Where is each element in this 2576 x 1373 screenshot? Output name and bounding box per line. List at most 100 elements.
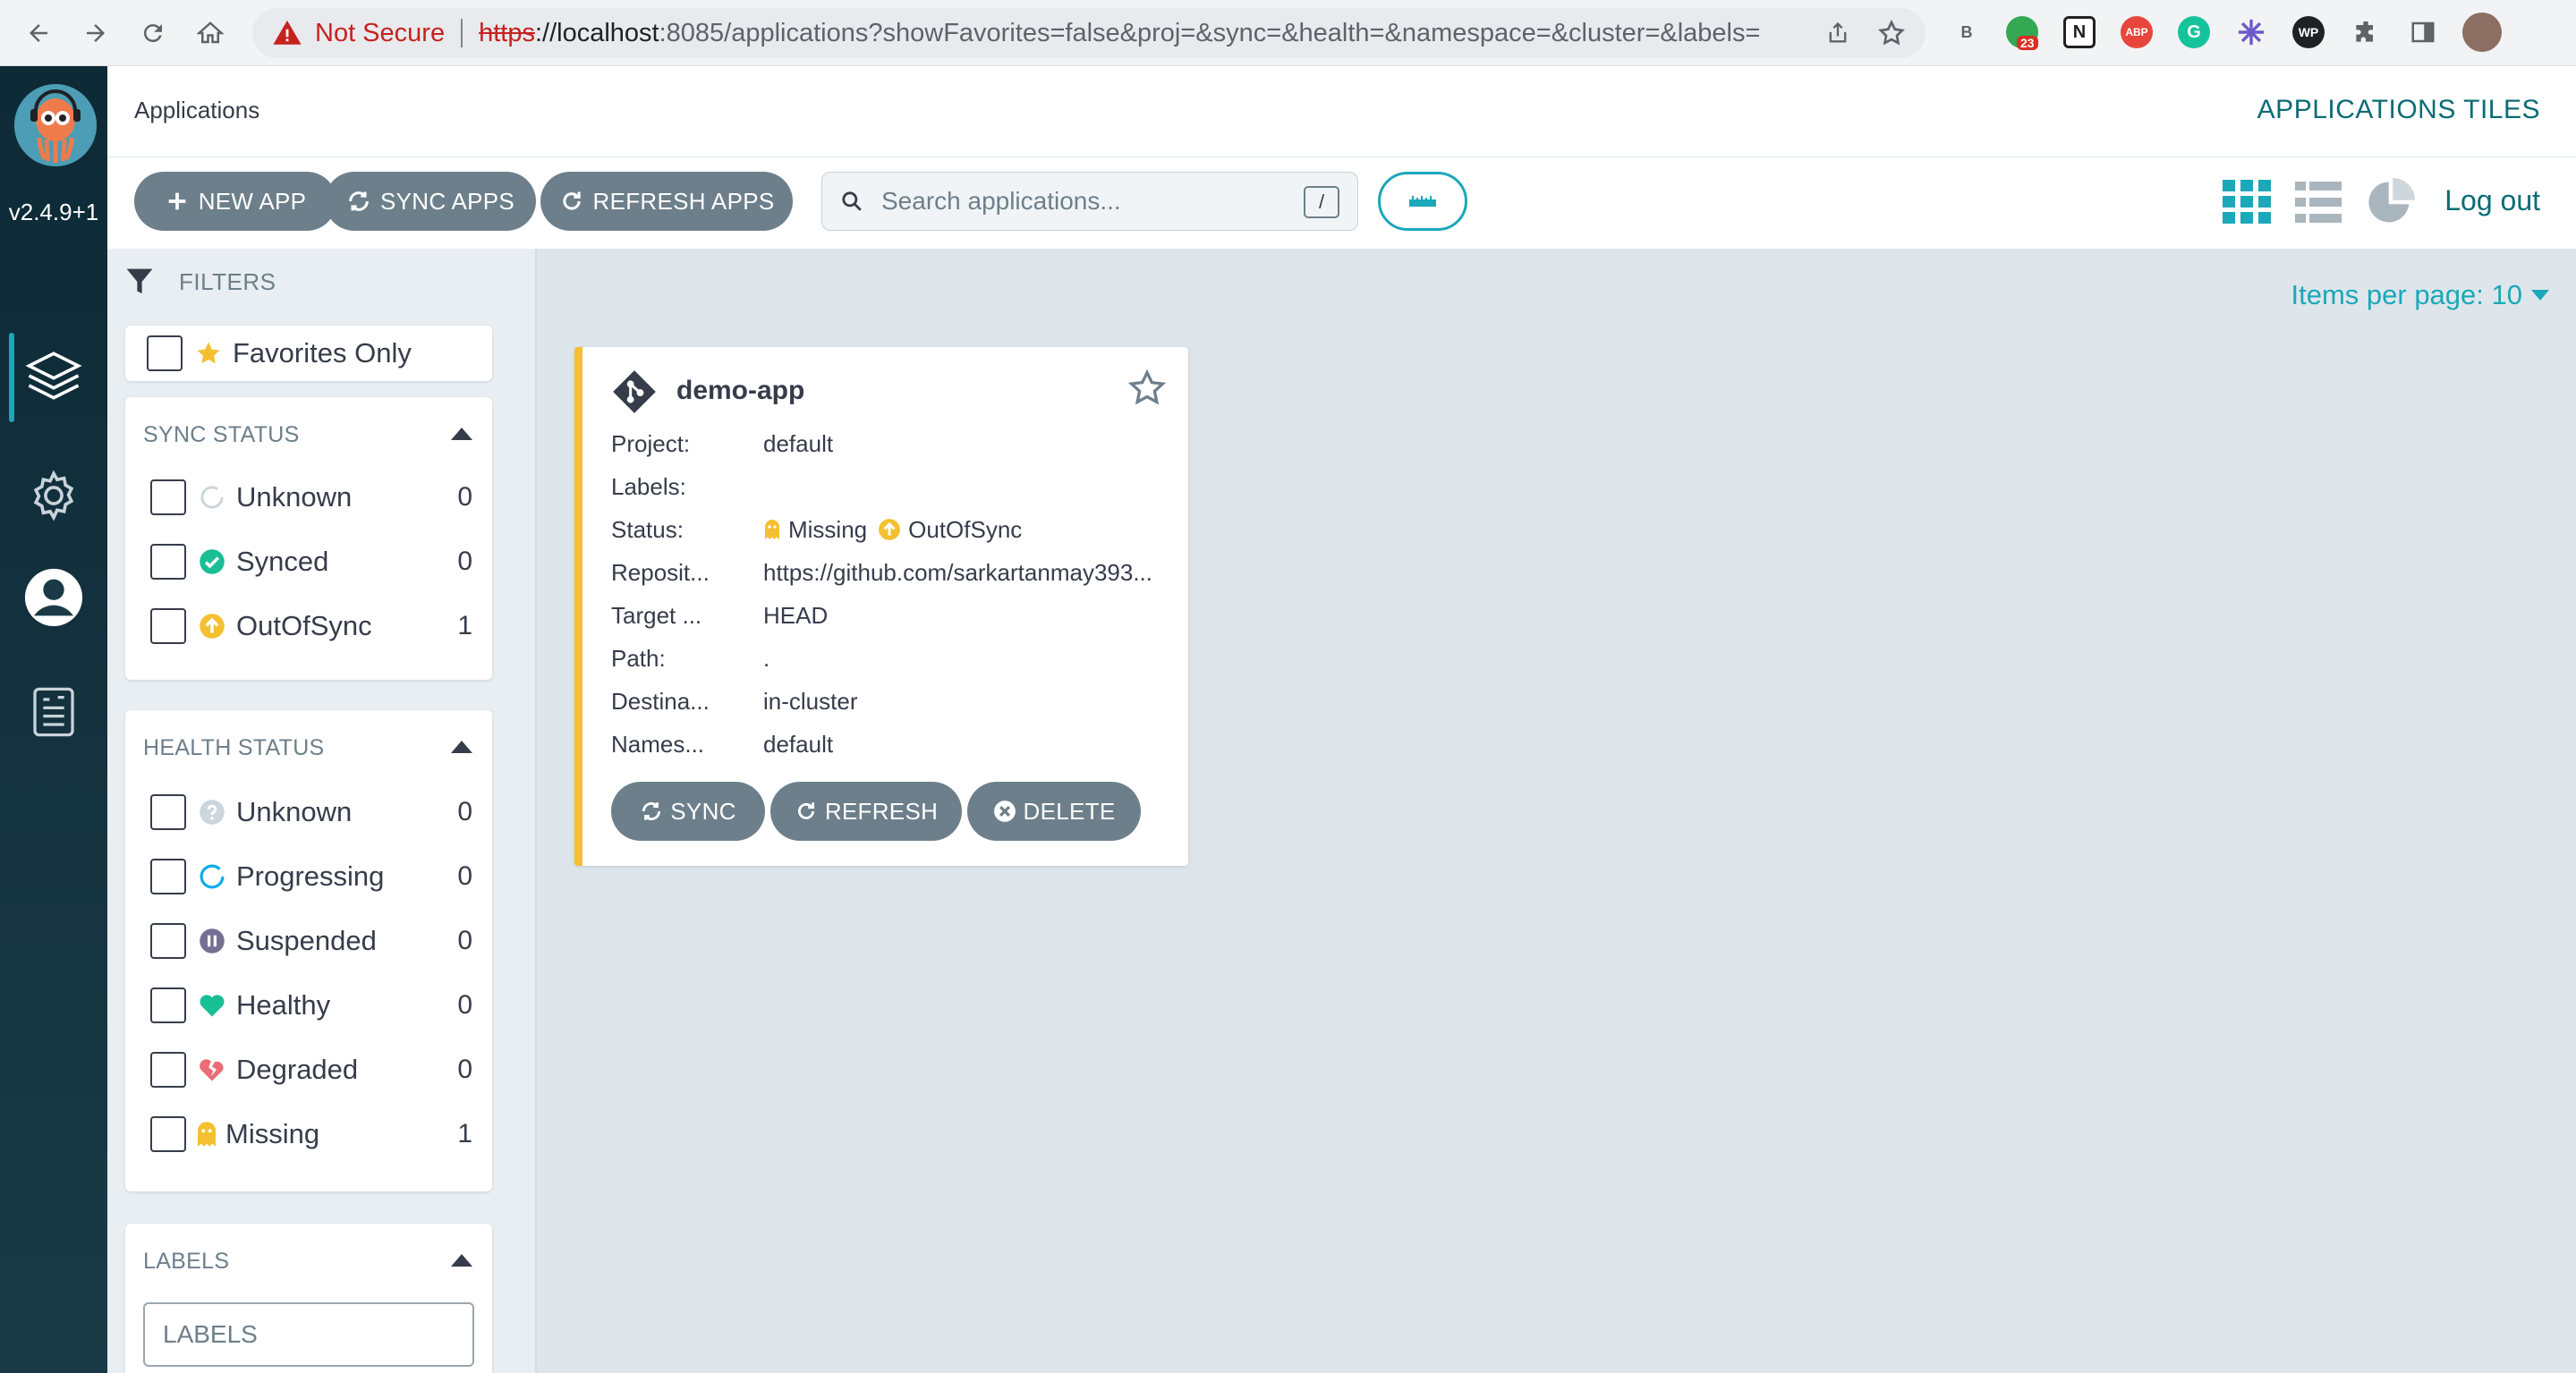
health-healthy-checkbox[interactable] [150,987,186,1023]
filter-label: Suspended [236,925,377,956]
settings-gear-icon[interactable] [20,462,88,530]
grammarly-icon[interactable]: G [2178,16,2210,48]
favorites-only-filter[interactable]: Favorites Only [147,334,469,373]
sync-outofsync-checkbox[interactable] [150,608,186,644]
caret-down-icon [2531,290,2549,301]
star-icon [195,340,222,367]
collapse-caret-icon[interactable] [451,1254,472,1267]
tile-status-value: Missing OutOfSync [763,516,1022,544]
health-filter-suspended[interactable]: Suspended 0 [150,921,472,961]
refresh-apps-button[interactable]: REFRESH APPS [540,172,793,231]
tile-value: . [763,644,770,672]
documentation-icon[interactable] [20,678,88,746]
search-shortcut-key: / [1304,186,1339,218]
sync-apps-button[interactable]: SYNC APPS [325,172,536,231]
favorites-checkbox[interactable] [147,335,183,371]
search-box[interactable]: / [821,172,1358,231]
health-status-text: Missing [788,515,868,543]
health-filter-progressing[interactable]: Progressing 0 [150,857,472,896]
notion-icon[interactable]: N [2063,16,2096,48]
collapse-caret-icon[interactable] [451,428,472,440]
filters-header[interactable]: FILTERS [125,267,276,297]
forward-icon[interactable] [75,13,116,54]
sync-filter-unknown[interactable]: Unknown 0 [150,478,472,517]
main-nav: v2.4.9+1 [0,66,107,1373]
logout-link[interactable]: Log out [2444,184,2540,217]
filter-label: Unknown [236,796,353,827]
git-icon [613,370,656,413]
snowflake-extension-icon[interactable] [2235,16,2267,48]
sync-synced-checkbox[interactable] [150,544,186,580]
pause-circle-icon [199,928,225,954]
delete-button[interactable]: DELETE [967,782,1141,841]
items-per-page-dropdown[interactable]: Items per page: 10 [2291,279,2549,311]
home-icon[interactable] [190,13,231,54]
back-icon[interactable] [18,13,59,54]
collapse-caret-icon[interactable] [451,741,472,753]
filter-label: Degraded [236,1054,359,1085]
health-filter-degraded[interactable]: Degraded 0 [150,1050,472,1089]
tile-key: Labels: [611,472,686,500]
circle-notch-icon [199,484,225,511]
spinner-icon [199,863,225,890]
sync-icon [642,801,661,821]
filter-count: 0 [457,547,472,576]
app-name[interactable]: demo-app [676,376,804,406]
health-missing-checkbox[interactable] [150,1116,186,1152]
list-view-icon[interactable] [2293,177,2343,227]
tile-value: HEAD [763,601,829,629]
tiles-view-icon[interactable] [2222,177,2272,227]
health-unknown-checkbox[interactable] [150,794,186,830]
health-degraded-checkbox[interactable] [150,1052,186,1088]
tile-row-destination: Destina... in-cluster [611,683,857,719]
address-bar[interactable]: Not Secure https://localhost:8085/applic… [252,8,1926,58]
new-app-button[interactable]: NEW APP [134,172,336,231]
url-text[interactable]: https://localhost:8085/applications?show… [479,19,1803,48]
tile-key: Target ... [611,601,702,629]
extension-b-icon[interactable]: B [1951,16,1983,48]
argo-logo[interactable] [14,84,97,166]
check-circle-icon [199,548,225,575]
favorites-panel: Favorites Only [125,326,492,381]
applications-layers-icon[interactable] [20,342,88,410]
health-filter-healthy[interactable]: Healthy 0 [150,986,472,1025]
health-progressing-checkbox[interactable] [150,859,186,894]
filters-sidebar: FILTERS Favorites Only SYNC STATUS Unkno… [107,249,537,1373]
labels-input[interactable] [143,1302,474,1367]
ruler-toggle-button[interactable] [1378,172,1467,231]
refresh-apps-label: REFRESH APPS [592,187,775,215]
profile-avatar[interactable] [2462,13,2502,52]
extension-badge-icon[interactable]: 23 [2006,16,2038,50]
wp-extension-icon[interactable]: WP [2292,16,2325,48]
health-status-title: HEALTH STATUS [143,735,325,760]
heart-icon [199,992,225,1019]
applications-toolbar: NEW APP SYNC APPS REFRESH APPS / Log out [107,157,2576,249]
extension-badge-count: 23 [2017,36,2038,50]
user-profile-icon[interactable] [20,564,88,631]
bookmark-star-icon[interactable] [1877,19,1906,47]
sync-button[interactable]: SYNC [611,782,765,841]
extensions-puzzle-icon[interactable] [2350,16,2382,48]
health-suspended-checkbox[interactable] [150,923,186,959]
health-filter-missing[interactable]: Missing 1 [150,1115,472,1154]
share-icon[interactable] [1825,21,1850,46]
application-tile[interactable]: demo-app Project: default Labels: Status… [574,347,1188,866]
filter-count: 1 [457,1119,472,1148]
filter-count: 0 [457,990,472,1020]
favorite-star-icon[interactable] [1127,369,1167,408]
tile-row-path: Path: . [611,640,769,676]
side-panel-icon[interactable] [2407,16,2439,48]
not-secure-label[interactable]: Not Secure [315,19,445,48]
sync-unknown-checkbox[interactable] [150,479,186,515]
sync-filter-outofsync[interactable]: OutOfSync 1 [150,606,472,646]
summary-pie-icon[interactable] [2366,177,2416,227]
sync-icon [349,191,369,211]
favorites-label: Favorites Only [233,337,412,369]
health-filter-unknown[interactable]: Unknown 0 [150,792,472,832]
reload-icon[interactable] [132,13,174,54]
ghost-icon [193,1121,220,1148]
adblock-icon[interactable]: ABP [2121,16,2153,48]
refresh-button[interactable]: REFRESH [770,782,962,841]
sync-filter-synced[interactable]: Synced 0 [150,542,472,581]
search-input[interactable] [881,187,1293,216]
